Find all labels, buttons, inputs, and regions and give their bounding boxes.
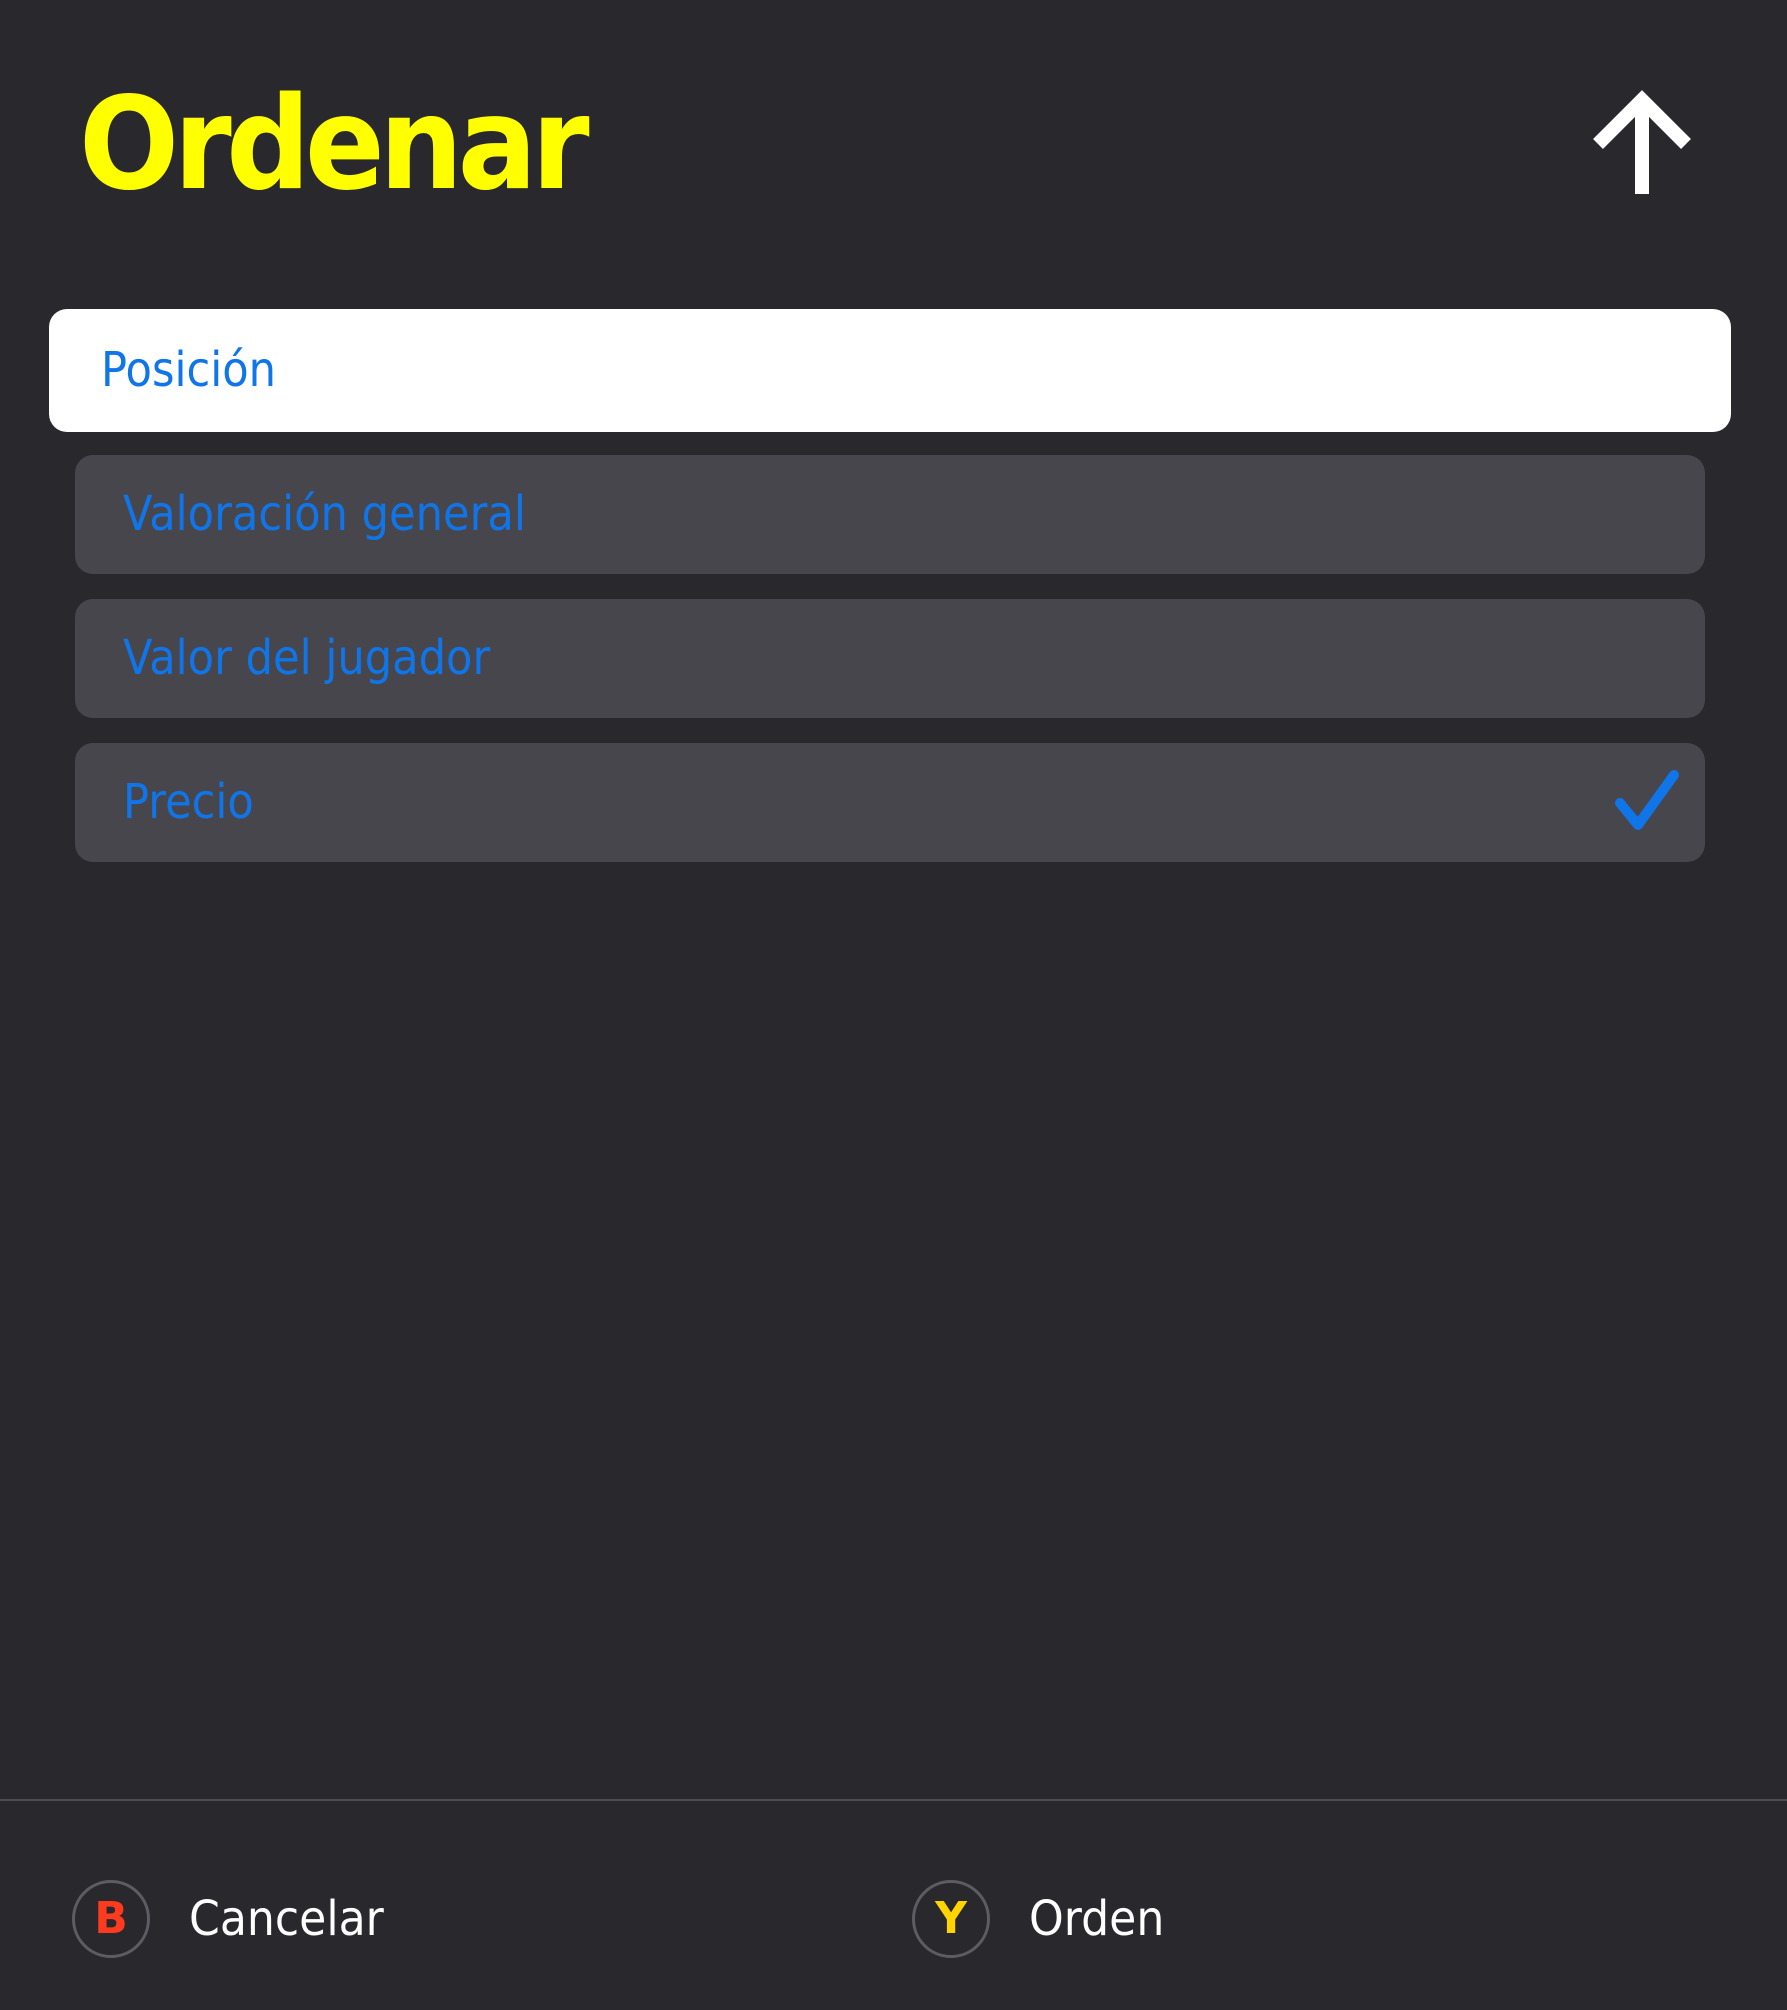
order-label: Orden [1029, 1891, 1165, 1947]
sort-option-posicion[interactable]: Posición [49, 309, 1731, 432]
y-button-icon: Y [912, 1880, 990, 1958]
b-button-icon: B [72, 1880, 150, 1958]
sort-option-label: Posición [101, 342, 277, 398]
sort-option-valor-del-jugador[interactable]: Valor del jugador [75, 599, 1705, 718]
sort-option-precio[interactable]: Precio [75, 743, 1705, 862]
checkmark-icon [1614, 769, 1680, 835]
sort-option-label: Valoración general [123, 486, 526, 542]
sort-option-label: Precio [123, 774, 254, 830]
sort-direction-button[interactable] [1590, 90, 1694, 200]
arrow-up-icon [1593, 90, 1691, 194]
footer-divider [0, 1799, 1787, 1801]
sort-option-label: Valor del jugador [123, 630, 491, 686]
cancel-label: Cancelar [189, 1891, 384, 1947]
sort-option-valoracion-general[interactable]: Valoración general [75, 455, 1705, 574]
page-title: Ordenar [79, 70, 590, 219]
